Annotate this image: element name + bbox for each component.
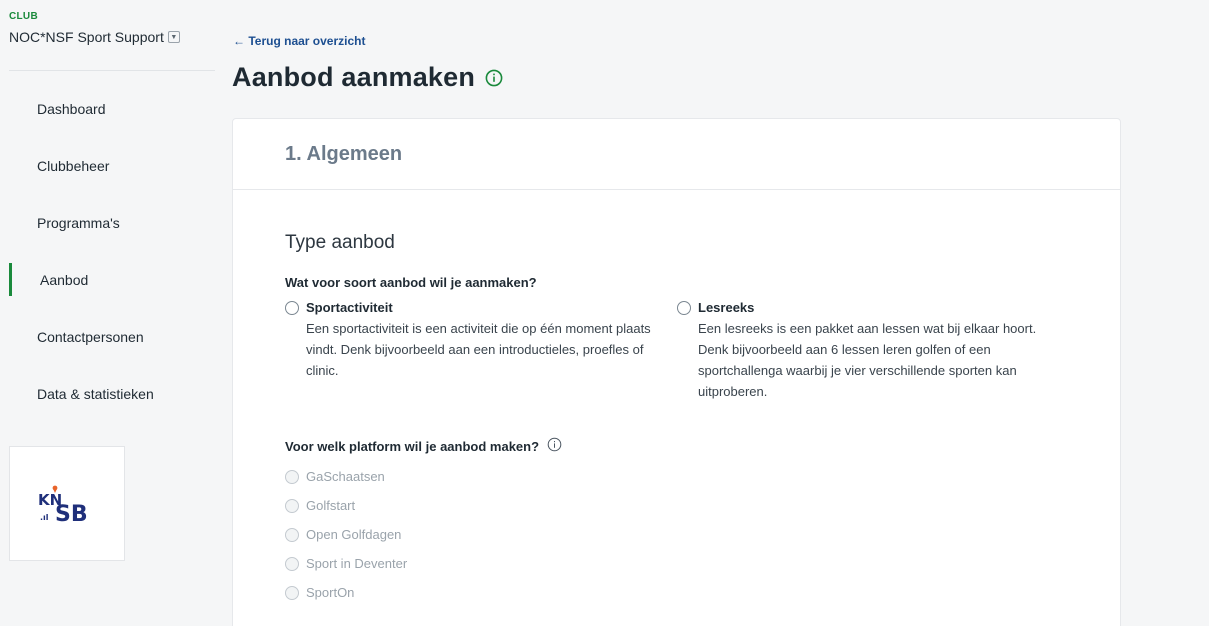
radio-platform[interactable] <box>285 527 299 542</box>
club-selector[interactable]: NOC*NSF Sport Support ▼ <box>9 29 180 45</box>
chevron-down-icon[interactable]: ▼ <box>167 31 180 43</box>
svg-text:.ıl: .ıl <box>40 513 49 522</box>
option-title: Lesreeks <box>698 300 755 315</box>
platform-label: Golfstart <box>306 498 356 513</box>
option-lesreeks[interactable]: Lesreeks Een lesreeks is een pakket aan … <box>677 300 1067 402</box>
platform-label: Sport in Deventer <box>306 556 408 571</box>
radio-platform[interactable] <box>285 469 299 484</box>
sidebar-nav: Dashboard Clubbeheer Programma's Aanbod … <box>0 80 215 422</box>
platform-option[interactable]: GaSchaatsen <box>285 462 407 491</box>
sidebar: CLUB NOC*NSF Sport Support ▼ Dashboard C… <box>0 0 215 626</box>
radio-platform[interactable] <box>285 585 299 600</box>
card-header: 1. Algemeen <box>233 119 1120 190</box>
platform-option[interactable]: Sport in Deventer <box>285 549 407 578</box>
radio-platform[interactable] <box>285 556 299 571</box>
sidebar-item-dashboard[interactable]: Dashboard <box>0 80 215 137</box>
radio-platform[interactable] <box>285 498 299 513</box>
knsb-logo: KN .ıl SB <box>38 485 88 525</box>
club-name: NOC*NSF Sport Support <box>9 29 164 45</box>
section-title: Type aanbod <box>285 232 395 253</box>
sidebar-item-contactpersonen[interactable]: Contactpersonen <box>0 308 215 365</box>
question-type-aanbod: Wat voor soort aanbod wil je aanmaken? <box>285 275 537 290</box>
info-icon[interactable] <box>547 437 562 455</box>
svg-text:SB: SB <box>55 502 88 525</box>
sidebar-item-programmas[interactable]: Programma's <box>0 194 215 251</box>
info-icon[interactable] <box>485 69 503 87</box>
back-to-overview-link[interactable]: ← Terug naar overzicht <box>233 34 365 48</box>
platform-label: Open Golfdagen <box>306 527 402 542</box>
club-logo: KN .ıl SB <box>9 446 125 561</box>
sidebar-item-label: Data & statistieken <box>37 385 154 402</box>
platform-list: GaSchaatsen Golfstart Open Golfdagen Spo… <box>285 462 407 607</box>
radio-sportactiviteit[interactable] <box>285 301 299 315</box>
sidebar-item-clubbeheer[interactable]: Clubbeheer <box>0 137 215 194</box>
sidebar-item-label: Dashboard <box>37 100 106 117</box>
option-title: Sportactiviteit <box>306 300 393 315</box>
club-label: CLUB <box>9 11 38 22</box>
page-title-text: Aanbod aanmaken <box>232 62 476 92</box>
question-platform-text: Voor welk platform wil je aanbod maken? <box>285 438 540 454</box>
sidebar-item-label: Aanbod <box>40 271 89 288</box>
platform-option[interactable]: SportOn <box>285 578 407 607</box>
platform-label: GaSchaatsen <box>306 469 385 484</box>
sidebar-divider <box>9 70 215 71</box>
question-platform: Voor welk platform wil je aanbod maken? <box>285 437 562 455</box>
sidebar-item-label: Clubbeheer <box>37 157 110 174</box>
sidebar-item-label: Programma's <box>37 214 120 231</box>
form-card: 1. Algemeen Type aanbod Wat voor soort a… <box>232 118 1121 626</box>
sidebar-item-aanbod[interactable]: Aanbod <box>0 251 215 308</box>
sidebar-item-data-statistieken[interactable]: Data & statistieken <box>0 365 215 422</box>
page-title: Aanbod aanmaken <box>232 62 503 93</box>
platform-option[interactable]: Open Golfdagen <box>285 520 407 549</box>
option-sportactiviteit[interactable]: Sportactiviteit Een sportactiviteit is e… <box>285 300 670 381</box>
platform-option[interactable]: Golfstart <box>285 491 407 520</box>
option-description: Een lesreeks is een pakket aan lessen wa… <box>698 321 1037 399</box>
radio-lesreeks[interactable] <box>677 301 691 315</box>
step-title: 1. Algemeen <box>285 142 403 165</box>
sidebar-item-label: Contactpersonen <box>37 328 144 345</box>
platform-label: SportOn <box>306 585 355 600</box>
option-description: Een sportactiviteit is een activiteit di… <box>306 321 651 378</box>
